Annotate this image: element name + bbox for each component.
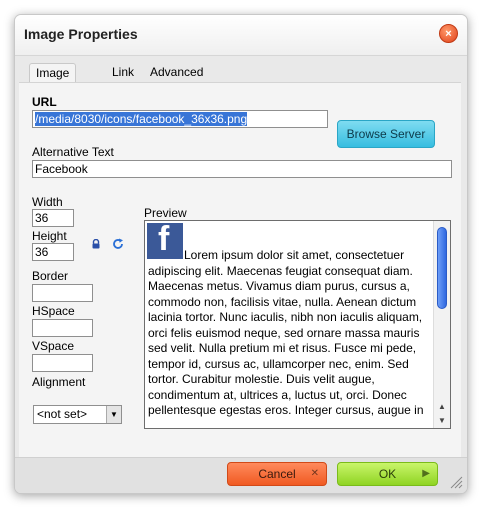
alignment-select[interactable]: <not set> ▼: [33, 405, 122, 424]
reset-size-icon[interactable]: [112, 238, 124, 250]
border-label: Border: [32, 269, 69, 283]
close-button[interactable]: ×: [439, 24, 458, 43]
lock-icon[interactable]: [91, 239, 101, 249]
scroll-down-arrow-icon[interactable]: ▼: [434, 414, 450, 428]
x-icon: ✕: [310, 468, 319, 479]
dialog-titlebar[interactable]: Image Properties ×: [15, 15, 467, 56]
width-input[interactable]: 36: [32, 209, 74, 227]
ok-button[interactable]: OK ▶: [337, 462, 438, 486]
height-label: Height: [32, 229, 67, 243]
tab-advanced[interactable]: Advanced: [144, 63, 209, 83]
ok-label: OK: [378, 467, 397, 481]
chevron-down-icon[interactable]: ▼: [106, 406, 121, 423]
url-value: /media/8030/icons/facebook_36x36.png: [35, 112, 248, 126]
border-input[interactable]: [32, 284, 93, 302]
preview-text: Lorem ipsum dolor sit amet, consectetuer…: [148, 248, 424, 417]
hspace-input[interactable]: [32, 319, 93, 337]
preview-box: f Lorem ipsum dolor sit amet, consectetu…: [144, 220, 451, 429]
play-arrow-icon: ▶: [422, 468, 430, 479]
dialog-title: Image Properties: [24, 26, 138, 42]
resize-grip-icon[interactable]: [449, 475, 463, 489]
image-properties-dialog: Image Properties × Image Info Link Advan…: [14, 14, 468, 494]
height-input[interactable]: 36: [32, 243, 74, 261]
cancel-button[interactable]: Cancel ✕: [227, 462, 327, 486]
browse-server-button[interactable]: Browse Server: [337, 120, 435, 148]
url-input[interactable]: /media/8030/icons/facebook_36x36.png: [32, 110, 328, 128]
cancel-label: Cancel: [258, 467, 296, 481]
vspace-label: VSpace: [32, 339, 75, 353]
width-label: Width: [32, 195, 63, 209]
preview-scrollbar[interactable]: ▲ ▼: [433, 221, 450, 428]
url-label: URL: [32, 95, 57, 109]
image-info-panel: URL /media/8030/icons/facebook_36x36.png…: [19, 82, 461, 458]
scroll-up-arrow-icon[interactable]: ▲: [434, 400, 450, 414]
tab-image-info[interactable]: Image Info: [29, 63, 77, 98]
hspace-label: HSpace: [32, 304, 75, 318]
scrollbar-thumb[interactable]: [437, 227, 447, 309]
preview-label: Preview: [144, 206, 187, 220]
vspace-input[interactable]: [32, 354, 93, 372]
alignment-label: Alignment: [32, 375, 86, 389]
tab-link[interactable]: Link: [106, 63, 140, 83]
alignment-value: <not set>: [37, 407, 88, 421]
alt-text-label: Alternative Text: [32, 145, 114, 159]
alt-text-input[interactable]: Facebook: [32, 160, 452, 178]
dialog-footer: Cancel ✕ OK ▶: [15, 457, 467, 493]
